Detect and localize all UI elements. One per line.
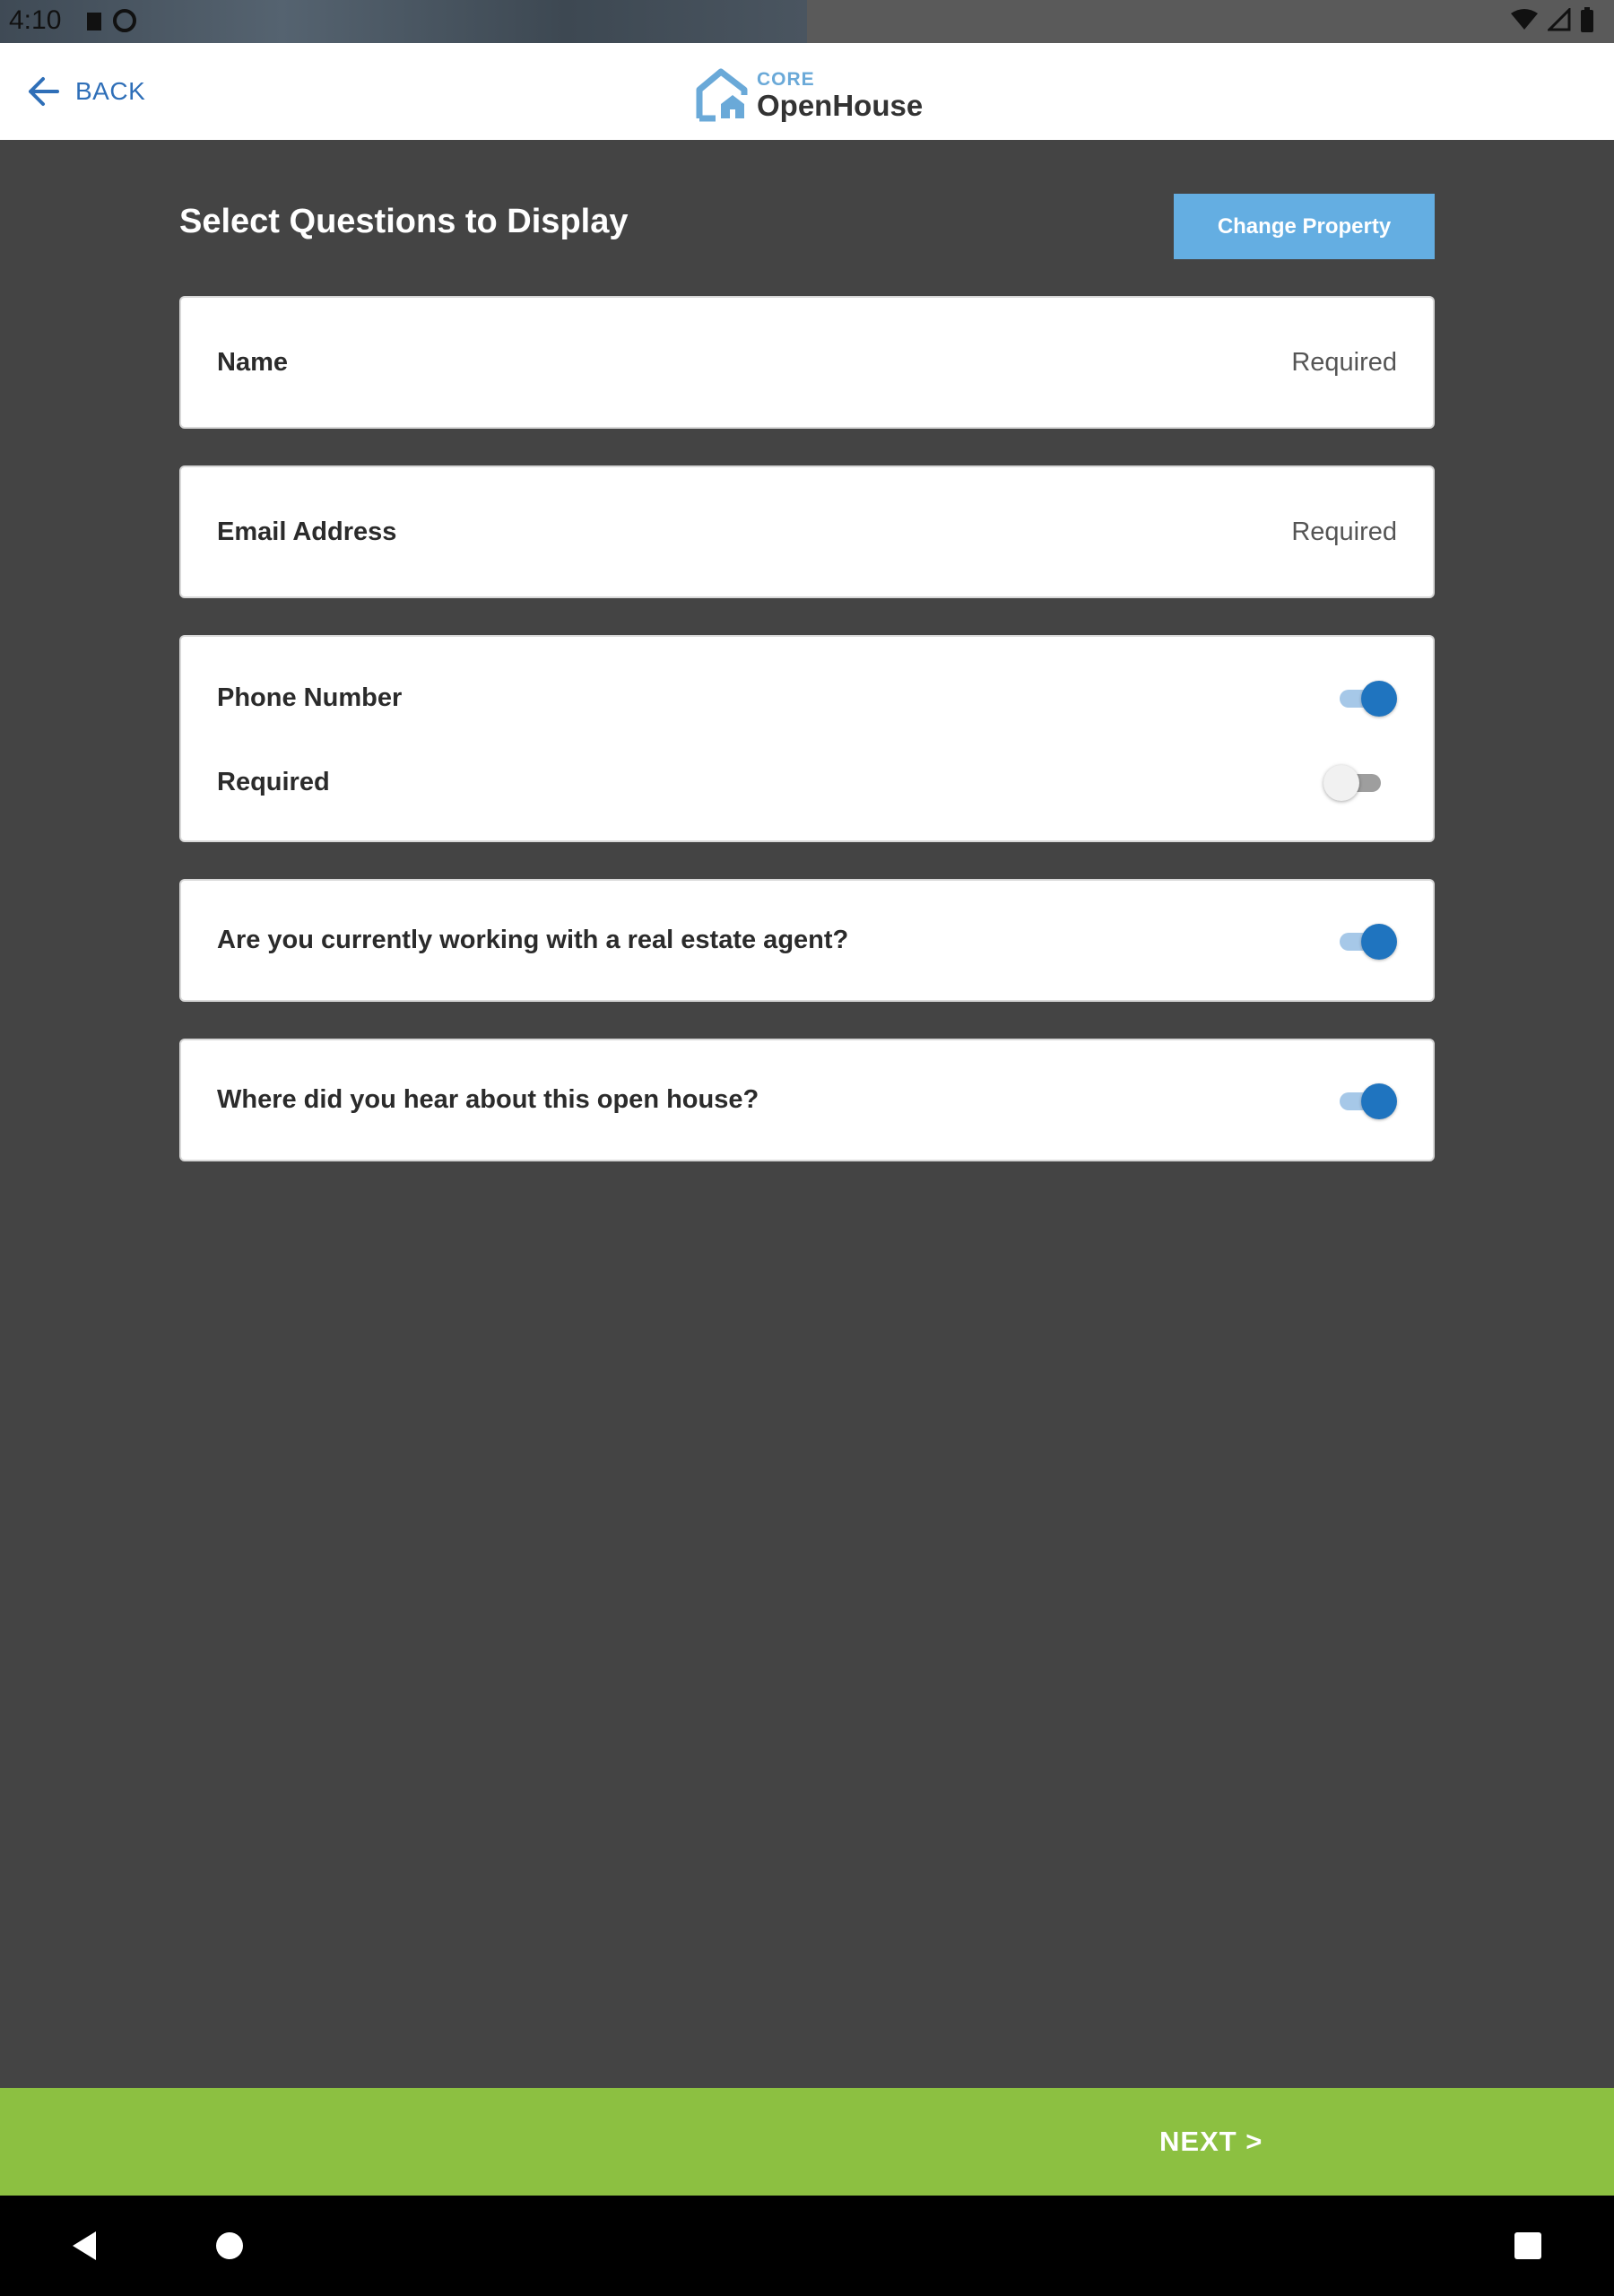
- question-card-email: Email Address Required: [179, 465, 1435, 598]
- app-logo: CORE OpenHouse: [694, 68, 923, 122]
- required-status: Required: [1291, 517, 1397, 546]
- question-label: Are you currently working with a real es…: [217, 926, 849, 954]
- logo-name-text: OpenHouse: [757, 89, 924, 122]
- question-label: Email Address: [217, 517, 397, 546]
- system-icons: [1510, 7, 1594, 32]
- notification-icons: [85, 7, 139, 40]
- status-bar: 4:10: [0, 0, 1614, 43]
- circle-home-icon: [216, 2232, 243, 2259]
- question-label: Phone Number: [217, 683, 403, 712]
- agent-question-toggle[interactable]: [1334, 923, 1397, 960]
- status-time: 4:10: [9, 5, 62, 35]
- question-card-name: Name Required: [179, 296, 1435, 429]
- question-label: Name: [217, 347, 288, 377]
- nav-back-button[interactable]: [34, 2196, 134, 2296]
- signal-icon: [1548, 8, 1571, 31]
- nav-recents-button[interactable]: [1478, 2196, 1578, 2296]
- square-recents-icon: [1514, 2232, 1541, 2259]
- arrow-left-icon: [29, 77, 59, 106]
- sync-icon: [87, 9, 136, 32]
- required-status: Required: [1291, 347, 1397, 377]
- question-label: Where did you hear about this open house…: [217, 1085, 759, 1114]
- house-logo-icon: [696, 68, 748, 122]
- back-label: BACK: [75, 77, 146, 105]
- triangle-back-icon: [73, 2231, 96, 2260]
- wifi-icon: [1511, 9, 1538, 30]
- phone-enabled-toggle[interactable]: [1334, 680, 1397, 717]
- logo-core-text: CORE: [757, 69, 815, 90]
- next-label: NEXT >: [1159, 2126, 1263, 2157]
- battery-icon: [1581, 7, 1593, 32]
- required-label: Required: [217, 767, 330, 796]
- question-card-source: Where did you hear about this open house…: [179, 1039, 1435, 1161]
- nav-home-button[interactable]: [179, 2196, 280, 2296]
- app-header: BACK CORE OpenHouse: [0, 43, 1614, 140]
- source-question-toggle[interactable]: [1334, 1083, 1397, 1119]
- page-title: Select Questions to Display: [179, 203, 629, 240]
- phone-required-toggle[interactable]: [1323, 764, 1386, 801]
- back-button[interactable]: BACK: [25, 43, 145, 140]
- question-card-agent: Are you currently working with a real es…: [179, 879, 1435, 1002]
- question-card-phone: Phone Number Required: [179, 635, 1435, 842]
- change-property-button[interactable]: Change Property: [1174, 194, 1435, 259]
- system-nav-bar: [0, 2196, 1614, 2296]
- next-button[interactable]: NEXT >: [0, 2088, 1614, 2196]
